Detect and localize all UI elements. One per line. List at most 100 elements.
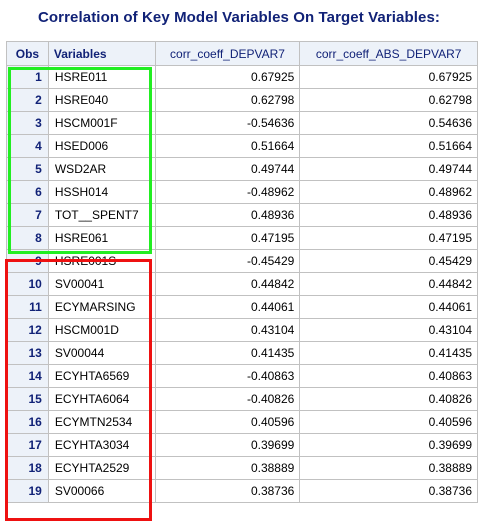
obs-cell: 1 — [6, 65, 49, 89]
table-header-row: Obs Variables corr_coeff_DEPVAR7 corr_co… — [6, 41, 478, 66]
variable-cell: HSSH014 — [47, 180, 156, 204]
obs-cell: 3 — [6, 111, 49, 135]
correlation-table: Obs Variables corr_coeff_DEPVAR7 corr_co… — [6, 41, 478, 503]
obs-cell: 13 — [6, 341, 49, 365]
corr-coeff-abs-cell: 0.39699 — [299, 433, 478, 457]
corr-coeff-cell: -0.45429 — [154, 249, 301, 273]
corr-coeff-cell: 0.49744 — [154, 157, 301, 181]
table-row: 8 HSRE061 0.47195 0.47195 — [6, 226, 478, 250]
corr-coeff-cell: 0.38736 — [154, 479, 301, 503]
corr-coeff-cell: -0.48962 — [154, 180, 301, 204]
variable-cell: HSRE011 — [47, 65, 156, 89]
variable-cell: ECYHTA6064 — [47, 387, 156, 411]
corr-coeff-cell: -0.54636 — [154, 111, 301, 135]
column-header-corr-coeff-abs: corr_coeff_ABS_DEPVAR7 — [299, 41, 478, 66]
table-row: 17 ECYHTA3034 0.39699 0.39699 — [6, 433, 478, 457]
corr-coeff-abs-cell: 0.62798 — [299, 88, 478, 112]
obs-cell: 19 — [6, 479, 49, 503]
corr-coeff-abs-cell: 0.47195 — [299, 226, 478, 250]
variable-cell: HSCM001F — [47, 111, 156, 135]
table-row: 3 HSCM001F -0.54636 0.54636 — [6, 111, 478, 135]
variable-cell: ECYMARSING — [47, 295, 156, 319]
table-row: 6 HSSH014 -0.48962 0.48962 — [6, 180, 478, 204]
corr-coeff-abs-cell: 0.41435 — [299, 341, 478, 365]
corr-coeff-cell: 0.41435 — [154, 341, 301, 365]
table-row: 13 SV00044 0.41435 0.41435 — [6, 341, 478, 365]
corr-coeff-abs-cell: 0.67925 — [299, 65, 478, 89]
variable-cell: HSCM001D — [47, 318, 156, 342]
variable-cell: ECYHTA2529 — [47, 456, 156, 480]
table-row: 15 ECYHTA6064 -0.40826 0.40826 — [6, 387, 478, 411]
report-title: Correlation of Key Model Variables On Ta… — [37, 9, 440, 26]
table-row: 11 ECYMARSING 0.44061 0.44061 — [6, 295, 478, 319]
corr-coeff-abs-cell: 0.49744 — [299, 157, 478, 181]
corr-coeff-cell: 0.43104 — [154, 318, 301, 342]
obs-cell: 17 — [6, 433, 49, 457]
corr-coeff-abs-cell: 0.48962 — [299, 180, 478, 204]
corr-coeff-cell: 0.48936 — [154, 203, 301, 227]
variable-cell: SV00044 — [47, 341, 156, 365]
variable-cell: HSRE040 — [47, 88, 156, 112]
corr-coeff-abs-cell: 0.43104 — [299, 318, 478, 342]
table-row: 4 HSED006 0.51664 0.51664 — [6, 134, 478, 158]
obs-cell: 9 — [6, 249, 49, 273]
corr-coeff-abs-cell: 0.38889 — [299, 456, 478, 480]
table-row: 14 ECYHTA6569 -0.40863 0.40863 — [6, 364, 478, 388]
obs-cell: 5 — [6, 157, 49, 181]
obs-cell: 18 — [6, 456, 49, 480]
column-header-obs: Obs — [6, 41, 49, 66]
table-row: 18 ECYHTA2529 0.38889 0.38889 — [6, 456, 478, 480]
obs-cell: 7 — [6, 203, 49, 227]
table-row: 10 SV00041 0.44842 0.44842 — [6, 272, 478, 296]
corr-coeff-cell: 0.44842 — [154, 272, 301, 296]
corr-coeff-cell: 0.44061 — [154, 295, 301, 319]
column-header-variables: Variables — [47, 41, 156, 66]
obs-cell: 11 — [6, 295, 49, 319]
corr-coeff-cell: -0.40826 — [154, 387, 301, 411]
corr-coeff-cell: -0.40863 — [154, 364, 301, 388]
obs-cell: 16 — [6, 410, 49, 434]
corr-coeff-cell: 0.40596 — [154, 410, 301, 434]
obs-cell: 8 — [6, 226, 49, 250]
table-row: 1 HSRE011 0.67925 0.67925 — [6, 65, 478, 89]
variable-cell: ECYMTN2534 — [47, 410, 156, 434]
obs-cell: 12 — [6, 318, 49, 342]
table-body: 1 HSRE011 0.67925 0.67925 2 HSRE040 0.62798 0.6… — [6, 65, 478, 503]
variable-cell: SV00041 — [47, 272, 156, 296]
corr-coeff-abs-cell: 0.44842 — [299, 272, 478, 296]
corr-coeff-cell: 0.67925 — [154, 65, 301, 89]
obs-cell: 4 — [6, 134, 49, 158]
obs-cell: 6 — [6, 180, 49, 204]
table-row: 7 TOT__SPENT7 0.48936 0.48936 — [6, 203, 478, 227]
table-row: 5 WSD2AR 0.49744 0.49744 — [6, 157, 478, 181]
variable-cell: ECYHTA3034 — [47, 433, 156, 457]
obs-cell: 15 — [6, 387, 49, 411]
table-row: 19 SV00066 0.38736 0.38736 — [6, 479, 478, 503]
variable-cell: SV00066 — [47, 479, 156, 503]
variable-cell: TOT__SPENT7 — [47, 203, 156, 227]
variable-cell: WSD2AR — [47, 157, 156, 181]
variable-cell: HSRE001S — [47, 249, 156, 273]
corr-coeff-cell: 0.39699 — [154, 433, 301, 457]
corr-coeff-abs-cell: 0.54636 — [299, 111, 478, 135]
variable-cell: ECYHTA6569 — [47, 364, 156, 388]
obs-cell: 10 — [6, 272, 49, 296]
corr-coeff-cell: 0.51664 — [154, 134, 301, 158]
obs-cell: 14 — [6, 364, 49, 388]
corr-coeff-abs-cell: 0.40596 — [299, 410, 478, 434]
column-header-corr-coeff: corr_coeff_DEPVAR7 — [154, 41, 301, 66]
corr-coeff-abs-cell: 0.38736 — [299, 479, 478, 503]
corr-coeff-cell: 0.38889 — [154, 456, 301, 480]
corr-coeff-abs-cell: 0.40863 — [299, 364, 478, 388]
corr-coeff-abs-cell: 0.40826 — [299, 387, 478, 411]
corr-coeff-abs-cell: 0.48936 — [299, 203, 478, 227]
obs-cell: 2 — [6, 88, 49, 112]
table-row: 9 HSRE001S -0.45429 0.45429 — [6, 249, 478, 273]
corr-coeff-abs-cell: 0.45429 — [299, 249, 478, 273]
corr-coeff-abs-cell: 0.44061 — [299, 295, 478, 319]
variable-cell: HSRE061 — [47, 226, 156, 250]
table-row: 12 HSCM001D 0.43104 0.43104 — [6, 318, 478, 342]
corr-coeff-cell: 0.62798 — [154, 88, 301, 112]
variable-cell: HSED006 — [47, 134, 156, 158]
table-row: 16 ECYMTN2534 0.40596 0.40596 — [6, 410, 478, 434]
